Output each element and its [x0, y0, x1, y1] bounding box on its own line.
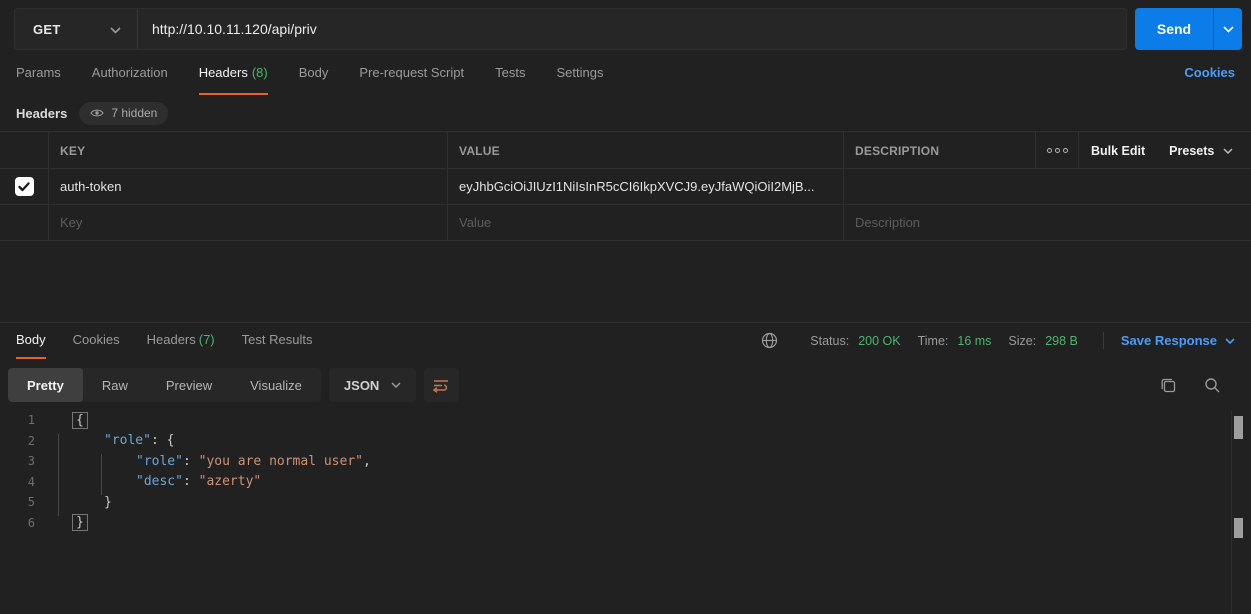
response-tab-cookies[interactable]: Cookies: [73, 332, 120, 357]
send-options-button[interactable]: [1213, 8, 1242, 50]
url-input[interactable]: http://10.10.11.120/api/priv: [138, 9, 1126, 49]
code-line: 4"desc": "azerty": [0, 472, 1251, 493]
header-key-field[interactable]: auth-token: [48, 169, 447, 204]
chevron-down-icon: [391, 382, 401, 388]
globe-icon: [761, 332, 778, 349]
tab-body[interactable]: Body: [299, 61, 329, 93]
size-label: Size:: [1008, 334, 1036, 348]
status-value: 200 OK: [858, 334, 900, 348]
headers-subheader: Headers 7 hidden: [0, 95, 1251, 131]
bulk-edit-button[interactable]: Bulk Edit: [1091, 144, 1145, 158]
header-row-auth-token: auth-token eyJhbGciOiJIUzI1NiIsInR5cCI6I…: [0, 169, 1251, 205]
search-button[interactable]: [1204, 377, 1221, 394]
empty-area: [0, 241, 1251, 322]
time-label: Time:: [918, 334, 949, 348]
view-visualize[interactable]: Visualize: [231, 368, 321, 402]
new-value-field[interactable]: Value: [447, 205, 843, 240]
response-body-viewer[interactable]: 1{2"role": {3"role": "you are normal use…: [0, 410, 1251, 614]
hidden-headers-toggle[interactable]: 7 hidden: [79, 102, 168, 125]
tab-settings[interactable]: Settings: [556, 61, 603, 93]
checkbox-column-header: [0, 132, 48, 169]
response-headers-count: (7): [199, 332, 215, 347]
cookies-link[interactable]: Cookies: [1184, 61, 1235, 80]
tab-headers[interactable]: Headers(8): [199, 61, 268, 95]
headers-table: KEY VALUE DESCRIPTION Bulk Edit Presets …: [0, 131, 1251, 241]
line-number: 6: [0, 516, 48, 530]
copy-icon: [1160, 377, 1177, 394]
send-button[interactable]: Send: [1135, 8, 1242, 50]
copy-button[interactable]: [1160, 377, 1177, 394]
fold-marker[interactable]: {: [72, 412, 88, 429]
row-checkbox[interactable]: [15, 177, 34, 196]
eye-icon: [90, 108, 104, 118]
wrap-text-icon: [433, 378, 450, 393]
url-group: GET http://10.10.11.120/api/priv: [14, 8, 1127, 50]
tab-authorization[interactable]: Authorization: [92, 61, 168, 93]
key-column-header: KEY: [48, 132, 447, 169]
code-line: 2"role": {: [0, 431, 1251, 452]
wrap-text-button[interactable]: [424, 368, 459, 402]
value-column-header: VALUE: [447, 132, 843, 169]
line-number: 4: [0, 475, 48, 489]
response-view-bar: Pretty Raw Preview Visualize JSON: [0, 368, 1251, 402]
request-tabs: Params Authorization Headers(8) Body Pre…: [0, 61, 1251, 95]
view-preview[interactable]: Preview: [147, 368, 231, 402]
request-bar: GET http://10.10.11.120/api/priv Send: [14, 8, 1242, 50]
language-dropdown[interactable]: JSON: [329, 368, 416, 402]
view-mode-group: Pretty Raw Preview Visualize: [8, 368, 321, 402]
code-line: 1{: [0, 410, 1251, 431]
check-icon: [18, 182, 30, 192]
time-value: 16 ms: [957, 334, 991, 348]
line-number: 5: [0, 495, 48, 509]
response-meta: Status: 200 OK Time: 16 ms Size: 298 B S…: [761, 332, 1235, 357]
method-select[interactable]: GET: [15, 9, 138, 49]
indent-guide: [58, 434, 59, 516]
status-label: Status:: [810, 334, 849, 348]
code-line: 5}: [0, 492, 1251, 513]
scrollbar-thumb[interactable]: [1234, 518, 1243, 538]
view-raw[interactable]: Raw: [83, 368, 147, 402]
size-value: 298 B: [1045, 334, 1078, 348]
line-number: 1: [0, 413, 48, 427]
empty-header-row: Key Value Description: [0, 205, 1251, 241]
chevron-down-icon: [1223, 148, 1233, 154]
headers-title: Headers: [16, 106, 67, 121]
tab-tests[interactable]: Tests: [495, 61, 525, 93]
new-description-field[interactable]: Description: [843, 205, 1035, 240]
indent-guide: [101, 454, 102, 495]
fold-marker[interactable]: }: [72, 514, 88, 531]
chevron-down-icon: [1223, 26, 1234, 33]
header-description-field[interactable]: [843, 169, 1035, 204]
headers-count: (8): [252, 65, 268, 80]
send-label[interactable]: Send: [1135, 8, 1213, 50]
table-controls: Bulk Edit Presets: [1035, 132, 1251, 169]
tab-pre-request-script[interactable]: Pre-request Script: [359, 61, 464, 93]
scrollbar-track[interactable]: [1231, 410, 1251, 614]
save-response-dropdown[interactable]: Save Response: [1121, 333, 1235, 348]
method-value: GET: [33, 22, 61, 37]
response-tab-test-results[interactable]: Test Results: [242, 332, 313, 357]
code-line: 3"role": "you are normal user",: [0, 451, 1251, 472]
search-icon: [1204, 377, 1221, 394]
line-number: 3: [0, 454, 48, 468]
more-options-icon[interactable]: [1036, 148, 1078, 153]
description-column-header: DESCRIPTION: [843, 132, 1035, 169]
response-tabs: Body Cookies Headers(7) Test Results Sta…: [0, 322, 1251, 355]
tab-params[interactable]: Params: [16, 61, 61, 93]
new-key-field[interactable]: Key: [48, 205, 447, 240]
scrollbar-thumb[interactable]: [1234, 416, 1243, 439]
response-tab-body[interactable]: Body: [16, 332, 46, 359]
response-tab-headers[interactable]: Headers(7): [147, 332, 215, 357]
code-line: 6}: [0, 513, 1251, 534]
header-value-field[interactable]: eyJhbGciOiJIUzI1NiIsInR5cCI6IkpXVCJ9.eyJ…: [447, 169, 843, 204]
presets-dropdown[interactable]: Presets: [1169, 144, 1233, 158]
code-lines: 1{2"role": {3"role": "you are normal use…: [0, 410, 1251, 533]
hidden-headers-label: 7 hidden: [111, 106, 157, 120]
chevron-down-icon: [110, 22, 121, 37]
view-pretty[interactable]: Pretty: [8, 368, 83, 402]
table-header-row: KEY VALUE DESCRIPTION Bulk Edit Presets: [0, 132, 1251, 169]
chevron-down-icon: [1225, 338, 1235, 344]
line-number: 2: [0, 434, 48, 448]
